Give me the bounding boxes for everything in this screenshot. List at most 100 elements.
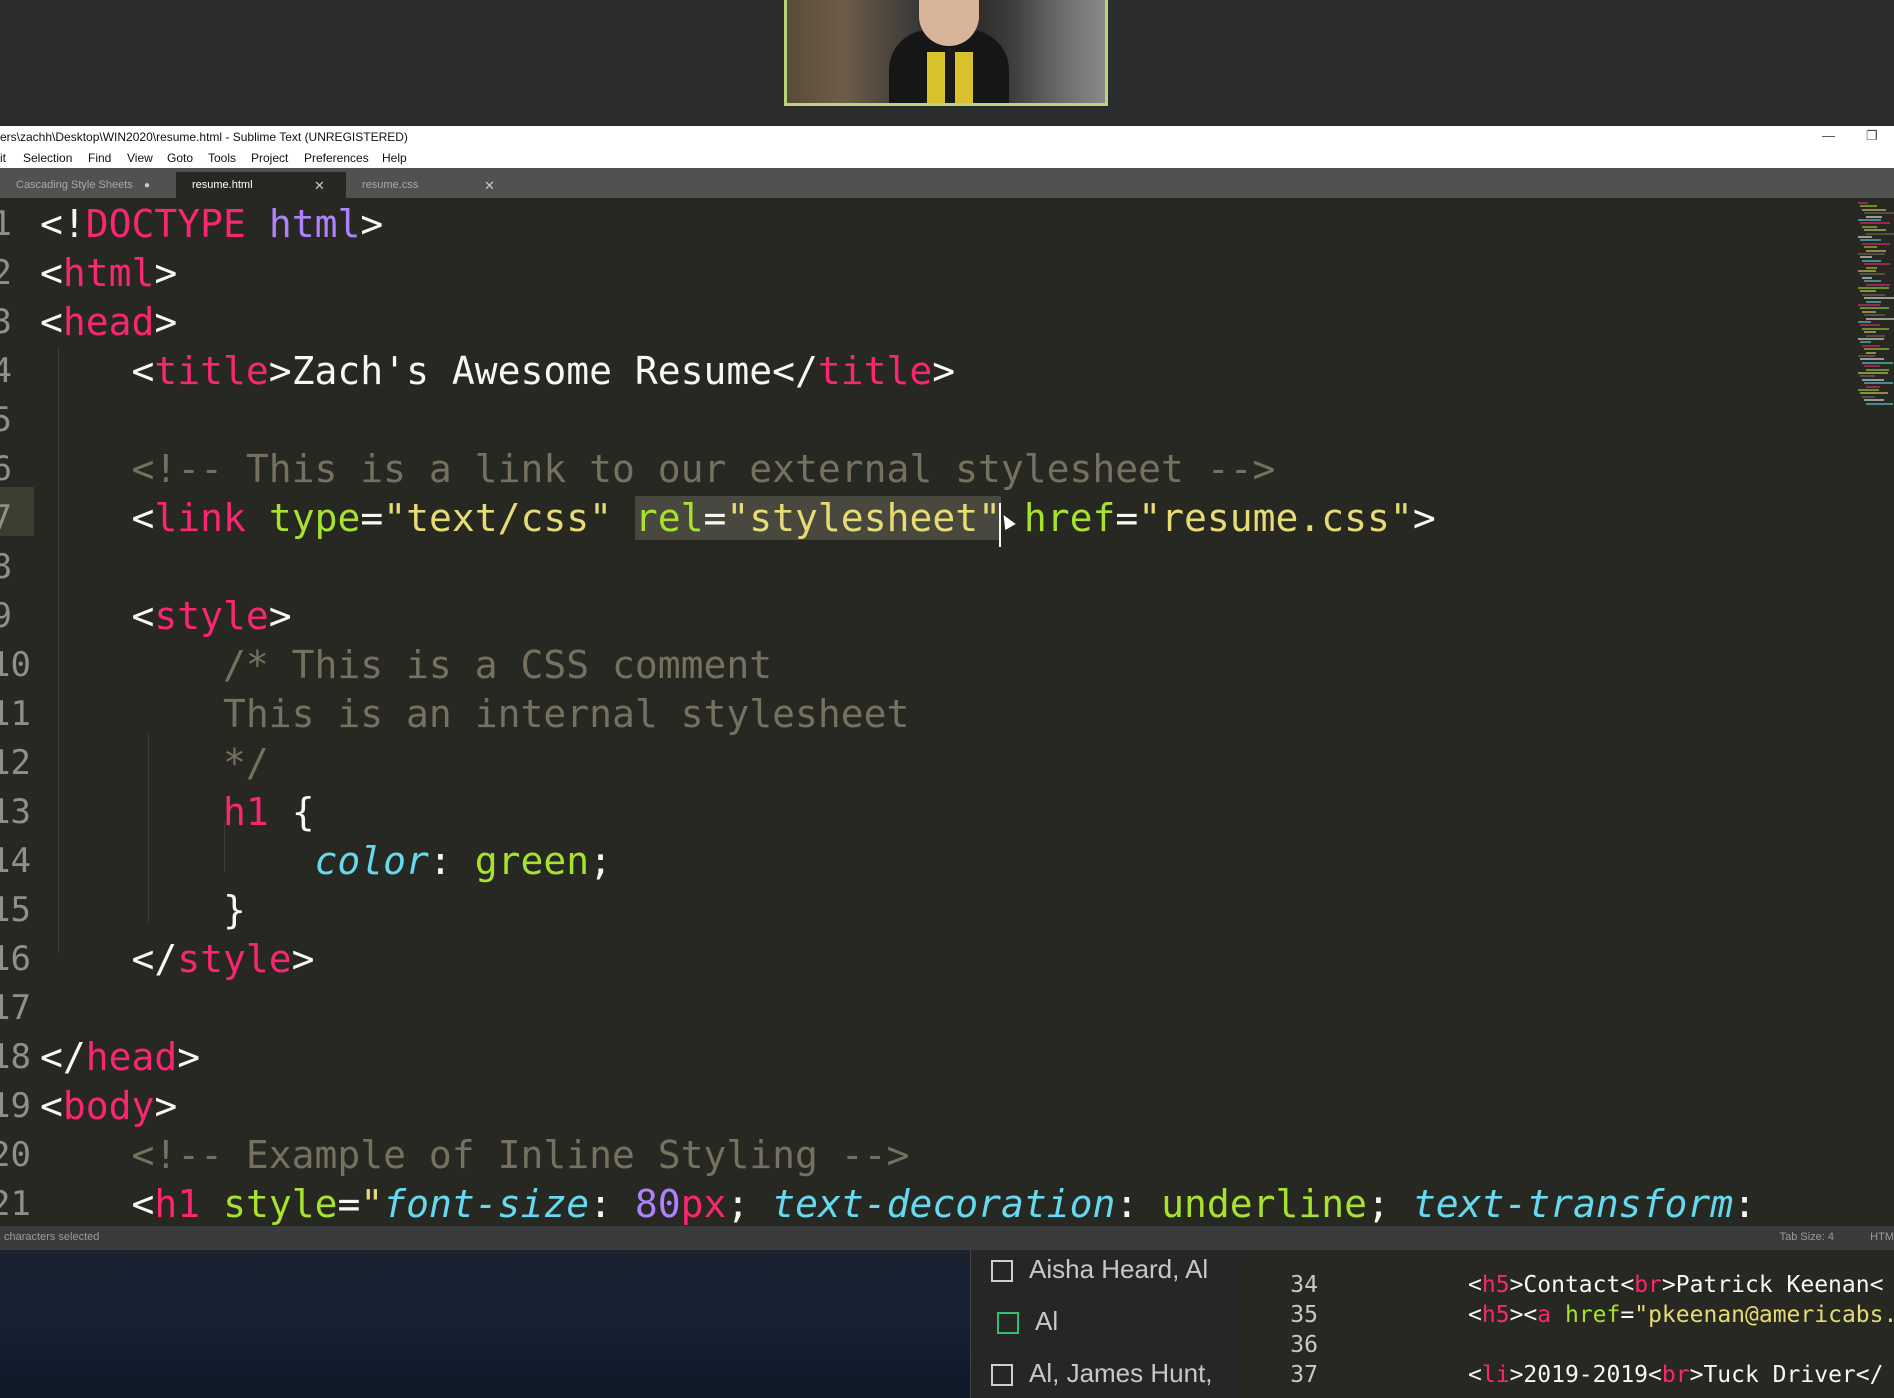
- code-text[interactable]: <link type="text/css" rel="stylesheet" h…: [40, 494, 1436, 543]
- code-line[interactable]: 16 </style>: [0, 935, 1850, 984]
- mail-row[interactable]: Aisha Heard, Al: [991, 1254, 1208, 1285]
- code-text[interactable]: <style>: [40, 592, 292, 641]
- minimap-line: [1862, 293, 1885, 296]
- menu-bar: it Selection Find View Goto Tools Projec…: [0, 148, 1894, 168]
- code-text[interactable]: <body>: [40, 1082, 177, 1131]
- minimize-button[interactable]: —: [1822, 128, 1835, 143]
- checkbox-icon[interactable]: [991, 1364, 1013, 1387]
- line-number: 16: [0, 939, 31, 979]
- code-text[interactable]: color: green;: [40, 837, 612, 886]
- background-code-line: 36: [1242, 1332, 1894, 1362]
- minimap-line: [1862, 310, 1876, 313]
- minimap-line: [1860, 222, 1890, 225]
- code-text[interactable]: <!DOCTYPE html>: [40, 200, 383, 249]
- code-text[interactable]: <html>: [40, 249, 177, 298]
- minimap-line: [1866, 351, 1876, 354]
- code-text[interactable]: </head>: [40, 1033, 200, 1082]
- restore-button[interactable]: ❐: [1866, 128, 1878, 144]
- code-line[interactable]: 17: [0, 984, 1850, 1033]
- minimap-line: [1858, 304, 1880, 306]
- code-editor[interactable]: 1 <!DOCTYPE html> 2 <html> 3 <head> 4 <title>Z…: [0, 198, 1894, 1226]
- code-line[interactable]: 5: [0, 396, 1850, 445]
- unsaved-dot-icon[interactable]: ●: [144, 180, 150, 191]
- line-number: 7: [0, 498, 12, 538]
- minimap-line: [1864, 263, 1890, 266]
- minimap-line: [1864, 212, 1894, 215]
- checkbox-icon[interactable]: [991, 1260, 1013, 1283]
- code-line[interactable]: 9 <style>: [0, 592, 1850, 641]
- code-line[interactable]: 6 <!-- This is a link to our external st…: [0, 445, 1850, 494]
- minimap-line: [1864, 314, 1885, 317]
- code-text[interactable]: */: [40, 739, 269, 788]
- minimap-line: [1860, 256, 1872, 259]
- code-text[interactable]: <title>Zach's Awesome Resume</title>: [40, 347, 956, 396]
- mail-row[interactable]: Al, James Hunt,: [991, 1358, 1213, 1389]
- code-line[interactable]: 10 /* This is a CSS comment: [0, 641, 1850, 690]
- close-tab-icon[interactable]: ✕: [314, 178, 325, 194]
- code-line[interactable]: 11 This is an internal stylesheet: [0, 690, 1850, 739]
- code-line[interactable]: 1 <!DOCTYPE html>: [0, 200, 1850, 249]
- minimap-line: [1858, 338, 1884, 340]
- mail-row[interactable]: Al: [997, 1306, 1058, 1337]
- menu-selection[interactable]: Selection: [23, 151, 72, 165]
- minimap-line: [1860, 324, 1880, 327]
- code-line[interactable]: 21 <h1 style="font-size: 80px; text-deco…: [0, 1180, 1850, 1226]
- minimap-line: [1864, 382, 1893, 385]
- minimap-line: [1866, 215, 1882, 218]
- minimap[interactable]: [1854, 198, 1894, 418]
- code-line[interactable]: 12 */: [0, 739, 1850, 788]
- close-tab-icon[interactable]: ✕: [484, 178, 495, 194]
- minimap-line: [1864, 246, 1877, 249]
- sublime-window: ers\zachh\Desktop\WIN2020\resume.html - …: [0, 126, 1894, 1250]
- code-line[interactable]: 15 }: [0, 886, 1850, 935]
- code-text[interactable]: <head>: [40, 298, 177, 347]
- code-text[interactable]: /* This is a CSS comment: [40, 641, 772, 690]
- minimap-line: [1862, 208, 1886, 211]
- minimap-line: [1858, 270, 1876, 272]
- minimap-line: [1866, 368, 1889, 371]
- tab-label: resume.css: [362, 179, 419, 191]
- menu-tools[interactable]: Tools: [208, 151, 236, 165]
- minimap-line: [1866, 266, 1877, 269]
- menu-goto[interactable]: Goto: [167, 151, 193, 165]
- code-line[interactable]: 14 color: green;: [0, 837, 1850, 886]
- status-bar: characters selected Tab Size: 4 HTM: [0, 1226, 1894, 1250]
- minimap-line: [1866, 283, 1890, 286]
- tab-resume-css[interactable]: resume.css ✕: [346, 172, 516, 198]
- minimap-line: [1862, 225, 1877, 228]
- tab-size-indicator[interactable]: Tab Size: 4: [1780, 1231, 1834, 1243]
- menu-project[interactable]: Project: [251, 151, 288, 165]
- menu-view[interactable]: View: [127, 151, 153, 165]
- code-text[interactable]: }: [40, 886, 246, 935]
- minimap-line: [1864, 399, 1884, 402]
- code-text[interactable]: h1 {: [40, 788, 315, 837]
- code-line[interactable]: 4 <title>Zach's Awesome Resume</title>: [0, 347, 1850, 396]
- code-text[interactable]: <!-- Example of Inline Styling -->: [40, 1131, 910, 1180]
- code-text[interactable]: <h1 style="font-size: 80px; text-decorat…: [40, 1180, 1756, 1226]
- code-text[interactable]: <!-- This is a link to our external styl…: [40, 445, 1276, 494]
- code-line[interactable]: 2 <html>: [0, 249, 1850, 298]
- code-line[interactable]: 3 <head>: [0, 298, 1850, 347]
- checkbox-checked-icon[interactable]: [997, 1312, 1019, 1335]
- menu-edit[interactable]: it: [0, 151, 6, 165]
- menu-preferences[interactable]: Preferences: [304, 151, 369, 165]
- menu-help[interactable]: Help: [382, 151, 407, 165]
- tab-cascading-style-sheets[interactable]: Cascading Style Sheets ●: [0, 172, 170, 198]
- code-line[interactable]: 13 h1 {: [0, 788, 1850, 837]
- syntax-indicator[interactable]: HTM: [1870, 1231, 1894, 1243]
- minimap-line: [1860, 239, 1881, 242]
- code-line[interactable]: 8: [0, 543, 1850, 592]
- minimap-line: [1866, 334, 1885, 337]
- code-text[interactable]: This is an internal stylesheet: [40, 690, 909, 739]
- menu-find[interactable]: Find: [88, 151, 111, 165]
- line-number: 21: [0, 1184, 31, 1224]
- code-line[interactable]: 19 <body>: [0, 1082, 1850, 1131]
- background-code-line: 35 <h5><a href="pkeenan@americabs.: [1242, 1302, 1894, 1332]
- tab-resume-html[interactable]: resume.html ✕: [176, 172, 346, 198]
- line-number: 15: [0, 890, 31, 930]
- minimap-line: [1866, 249, 1886, 252]
- code-line[interactable]: 18 </head>: [0, 1033, 1850, 1082]
- code-line[interactable]: 20 <!-- Example of Inline Styling -->: [0, 1131, 1850, 1180]
- code-line[interactable]: 7 <link type="text/css" rel="stylesheet"…: [0, 494, 1850, 543]
- code-text[interactable]: </style>: [40, 935, 315, 984]
